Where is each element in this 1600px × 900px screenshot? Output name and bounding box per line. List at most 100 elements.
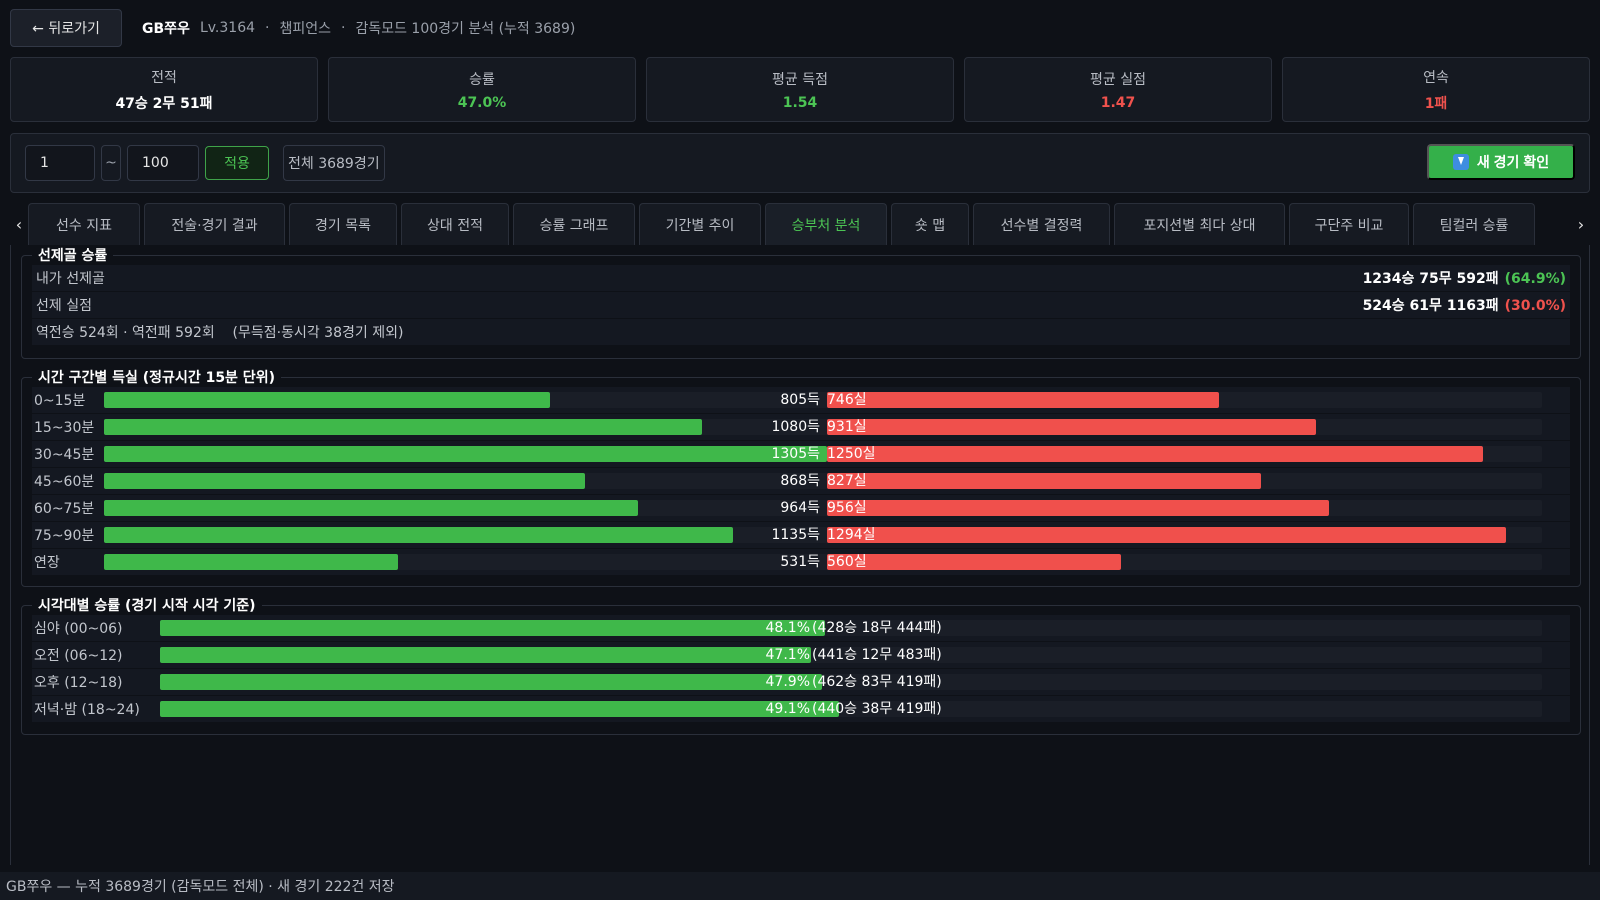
goals-conceded-label: 1294실 — [827, 527, 876, 543]
bar-track: 47.1% (441승 12무 483패) — [160, 647, 1542, 663]
first-goal-section: 선제골 승률 내가 선제골 1234승 75무 592패 (64.9%) 선제 실… — [21, 245, 1581, 359]
tab-player-stats[interactable]: 선수 지표 — [28, 203, 140, 245]
goals-scored-label: 868득 — [780, 473, 820, 489]
tab-match-list[interactable]: 경기 목록 — [289, 203, 397, 245]
goals-scored-label: 964득 — [780, 500, 820, 516]
interval-label: 연장 — [34, 555, 60, 571]
section-title: 시각대별 승률 (경기 시작 시각 기준) — [38, 598, 256, 614]
time-interval-row: 60~75분 964득 956실 — [32, 495, 1570, 521]
stat-label: 평균 실점 — [1090, 71, 1146, 88]
row-value: 524승 61무 1163패 — [1362, 298, 1499, 314]
section-title: 선제골 승률 — [38, 248, 108, 264]
bar-track: 1305득 1250실 — [104, 446, 1542, 462]
breadcrumb: GB쭈우 Lv.3164 · 챔피언스 · 감독모드 100경기 분석 (누적 … — [142, 18, 575, 38]
status-bar: GB쭈우 — 누적 3689경기 (감독모드 전체) · 새 경기 222건 저… — [0, 872, 1600, 900]
bar-track: 1135득 1294실 — [104, 527, 1542, 543]
winrate-bar — [160, 647, 811, 663]
tab-owner-compare[interactable]: 구단주 비교 — [1289, 203, 1409, 245]
tab-list: 선수 지표 전술·경기 결과 경기 목록 상대 전적 승률 그래프 기간별 추이… — [28, 203, 1572, 245]
winrate-bar — [160, 701, 839, 717]
goals-scored-label: 1135득 — [771, 527, 820, 543]
row-label: 내가 선제골 — [36, 271, 105, 287]
winrate-label: 47.1% — [765, 647, 810, 663]
chevron-right-icon[interactable]: › — [1572, 203, 1590, 245]
time-interval-row: 연장 531득 560실 — [32, 549, 1570, 575]
section-title: 시간 구간별 득실 (정규시간 15분 단위) — [38, 370, 275, 386]
hour-label: 심야 (00~06) — [34, 621, 123, 637]
hour-winrate-row: 오후 (12~18) 47.9% (462승 83무 419패) — [32, 669, 1570, 695]
division: 챔피언스 — [279, 21, 331, 37]
hour-label: 저녁·밤 (18~24) — [34, 702, 140, 718]
check-new-matches-button[interactable]: 새 경기 확인 — [1427, 144, 1575, 180]
player-name: GB쭈우 — [142, 21, 190, 37]
range-filter: ~ 적용 전체 3689경기 새 경기 확인 — [10, 133, 1590, 193]
goals-conceded-bar — [827, 446, 1483, 462]
row-label: 선제 실점 — [36, 298, 92, 314]
goals-conceded-bar — [827, 527, 1506, 543]
tab-head-to-head[interactable]: 상대 전적 — [401, 203, 509, 245]
bar-track: 47.9% (462승 83무 419패) — [160, 674, 1542, 690]
stat-card-avg-conceded: 평균 실점 1.47 — [964, 57, 1272, 122]
tab-team-color-winrate[interactable]: 팀컬러 승률 — [1413, 203, 1535, 245]
time-interval-goals-section: 시간 구간별 득실 (정규시간 15분 단위) 0~15분 805득 746실 15~… — [21, 367, 1581, 587]
goals-scored-bar — [104, 554, 398, 570]
hour-label: 오전 (06~12) — [34, 648, 123, 664]
total-matches-chip[interactable]: 전체 3689경기 — [283, 145, 385, 181]
stat-label: 평균 득점 — [772, 71, 828, 88]
goals-scored-label: 1080득 — [771, 419, 820, 435]
range-tilde: ~ — [101, 145, 121, 181]
stat-label: 전적 — [151, 69, 177, 86]
tab-tactics-results[interactable]: 전술·경기 결과 — [144, 203, 285, 245]
row-percent: (64.9%) — [1504, 271, 1566, 287]
clutch-analysis-panel: 선제골 승률 내가 선제골 1234승 75무 592패 (64.9%) 선제 실… — [10, 245, 1590, 865]
download-icon — [1452, 154, 1469, 170]
tab-shot-map[interactable]: 숏 맵 — [891, 203, 969, 245]
tab-period-trend[interactable]: 기간별 추이 — [639, 203, 761, 245]
goals-conceded-bar — [827, 392, 1219, 408]
tab-player-finishing[interactable]: 선수별 결정력 — [973, 203, 1110, 245]
first-goal-row: 내가 선제골 1234승 75무 592패 (64.9%) — [32, 265, 1570, 291]
row-value: 1234승 75무 592패 — [1362, 271, 1499, 287]
apply-button[interactable]: 적용 — [205, 146, 269, 180]
goals-conceded-bar — [827, 500, 1329, 516]
range-from-input[interactable] — [25, 145, 95, 181]
stat-label: 연속 — [1423, 69, 1449, 86]
tab-top-opponents-by-position[interactable]: 포지션별 최다 상대 — [1114, 203, 1285, 245]
range-to-input[interactable] — [127, 145, 199, 181]
tab-bar: ‹ 선수 지표 전술·경기 결과 경기 목록 상대 전적 승률 그래프 기간별 … — [10, 203, 1590, 245]
bar-track: 48.1% (428승 18무 444패) — [160, 620, 1542, 636]
bar-track: 1080득 931실 — [104, 419, 1542, 435]
stat-value: 1.47 — [1100, 94, 1136, 111]
stat-value: 1패 — [1424, 95, 1448, 112]
interval-label: 45~60분 — [34, 474, 95, 490]
goals-conceded-bar — [827, 473, 1261, 489]
tab-winrate-graph[interactable]: 승률 그래프 — [513, 203, 635, 245]
chevron-left-icon[interactable]: ‹ — [10, 203, 28, 245]
hour-winrate-section: 시각대별 승률 (경기 시작 시각 기준) 심야 (00~06) 48.1% (42… — [21, 595, 1581, 735]
hour-winrate-rows: 심야 (00~06) 48.1% (428승 18무 444패) 오전 (06~12)… — [32, 615, 1570, 722]
interval-label: 75~90분 — [34, 528, 95, 544]
hour-winrate-row: 저녁·밤 (18~24) 49.1% (440승 38무 419패) — [32, 696, 1570, 722]
time-interval-rows: 0~15분 805득 746실 15~30분 1080득 931실 30~45분 1305득 1… — [32, 387, 1570, 575]
goals-scored-label: 805득 — [780, 392, 820, 408]
time-interval-row: 45~60분 868득 827실 — [32, 468, 1570, 494]
goals-scored-bar — [104, 473, 585, 489]
stat-value: 47.0% — [457, 94, 507, 111]
back-button[interactable]: ← 뒤로가기 — [10, 9, 122, 47]
record-label: (441승 12무 483패) — [812, 647, 942, 663]
tab-clutch-analysis[interactable]: 승부처 분석 — [765, 203, 887, 245]
stat-card-streak: 연속 1패 — [1282, 57, 1590, 122]
mode-info: 감독모드 100경기 분석 (누적 3689) — [355, 21, 576, 37]
stat-value: 1.54 — [782, 94, 818, 111]
bar-track: 49.1% (440승 38무 419패) — [160, 701, 1542, 717]
goals-conceded-label: 1250실 — [827, 446, 876, 462]
stat-label: 승률 — [469, 71, 495, 88]
hour-winrate-row: 심야 (00~06) 48.1% (428승 18무 444패) — [32, 615, 1570, 641]
interval-label: 60~75분 — [34, 501, 95, 517]
bar-track: 531득 560실 — [104, 554, 1542, 570]
hour-winrate-row: 오전 (06~12) 47.1% (441승 12무 483패) — [32, 642, 1570, 668]
hour-label: 오후 (12~18) — [34, 675, 123, 691]
record-label: (440승 38무 419패) — [812, 701, 942, 717]
goals-scored-label: 1305득 — [771, 446, 820, 462]
player-level: Lv.3164 — [199, 20, 256, 36]
